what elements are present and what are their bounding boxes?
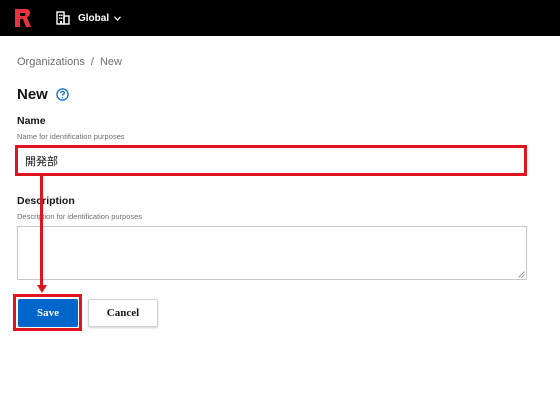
organization-selector-label: Global	[78, 12, 110, 24]
chevron-down-icon	[114, 15, 122, 21]
top-bar: Global	[0, 0, 560, 36]
annotation-arrow-head	[36, 285, 47, 293]
breadcrumb-separator: /	[90, 56, 94, 68]
page-title: New	[17, 86, 48, 103]
annotation-arrow-line	[40, 176, 43, 285]
breadcrumb-organizations-link[interactable]: Organizations	[17, 56, 85, 68]
question-circle-icon[interactable]	[56, 88, 69, 101]
save-button[interactable]: Save	[18, 299, 78, 327]
name-label: Name	[17, 115, 46, 127]
page-title-row: New	[17, 86, 69, 103]
resize-grip-icon[interactable]	[517, 270, 525, 278]
organization-selector[interactable]: Global	[56, 0, 122, 36]
name-help-text: Name for identification purposes	[17, 132, 125, 141]
breadcrumb-current: New	[99, 56, 122, 68]
description-label: Description	[17, 195, 75, 207]
description-help-text: Description for identification purposes	[17, 212, 143, 221]
cancel-button[interactable]: Cancel	[88, 299, 158, 327]
brand-logo-icon[interactable]	[13, 8, 33, 28]
name-input[interactable]	[17, 147, 527, 175]
breadcrumb: Organizations / New	[17, 56, 122, 68]
building-icon	[56, 11, 70, 25]
description-textarea[interactable]	[17, 226, 527, 280]
